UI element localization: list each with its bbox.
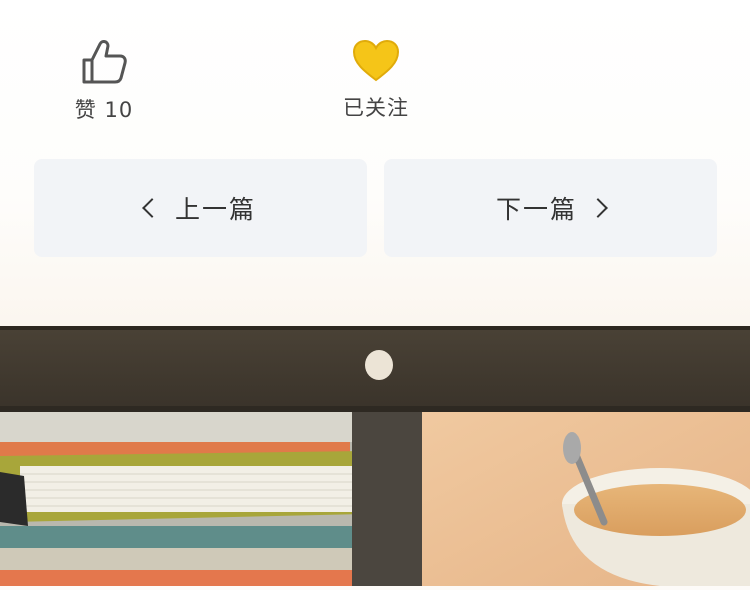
- follow-button[interactable]: 已关注: [316, 38, 436, 122]
- thumbs-up-icon: [82, 40, 127, 84]
- next-chapter-label: 下一篇: [495, 195, 577, 224]
- comic-panel-image: [0, 326, 750, 586]
- heart-icon: [352, 39, 400, 82]
- article-footer: 赞 10 已关注 上一篇 下一篇: [0, 0, 750, 326]
- previous-chapter-label: 上一篇: [174, 195, 256, 224]
- like-count-label: 赞 10: [74, 98, 134, 122]
- follow-status-label: 已关注: [343, 96, 409, 120]
- previous-chapter-button[interactable]: 上一篇: [34, 159, 367, 257]
- chevron-right-icon: [588, 198, 608, 218]
- next-chapter-button[interactable]: 下一篇: [384, 159, 717, 257]
- like-button[interactable]: 赞 10: [44, 38, 164, 124]
- chevron-left-icon: [142, 198, 162, 218]
